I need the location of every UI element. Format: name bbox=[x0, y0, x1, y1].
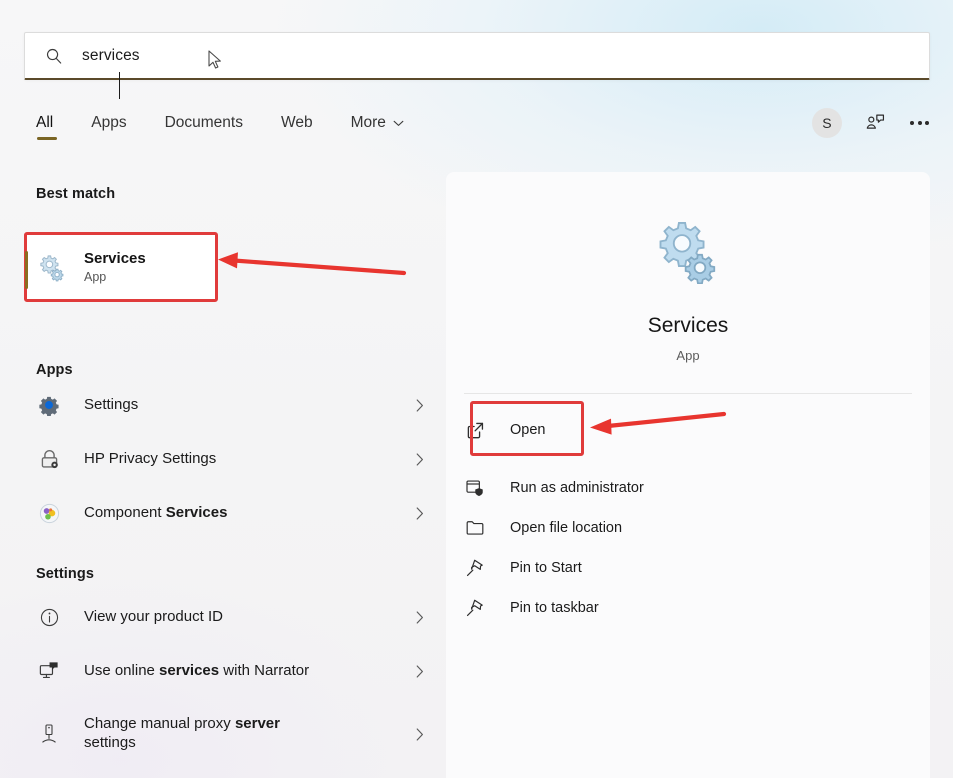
open-external-icon bbox=[466, 421, 485, 440]
result-item-label: Use online services with Narrator bbox=[84, 662, 309, 681]
result-label-match: services bbox=[159, 662, 219, 679]
tab-apps-label: Apps bbox=[91, 114, 126, 131]
narrator-monitor-icon bbox=[38, 660, 60, 682]
tab-documents-label: Documents bbox=[165, 114, 243, 131]
chevron-down-icon bbox=[393, 120, 404, 127]
app-hero: Services App bbox=[446, 172, 930, 363]
feedback-icon[interactable] bbox=[864, 112, 886, 134]
arrow-to-open bbox=[586, 408, 726, 442]
privacy-lock-icon bbox=[38, 448, 61, 471]
header-actions[interactable]: S bbox=[812, 108, 931, 138]
best-match-result-services[interactable]: Services App bbox=[24, 232, 218, 302]
result-item-label: Settings bbox=[84, 396, 138, 415]
chevron-right-icon bbox=[416, 399, 424, 412]
action-pin-to-start[interactable]: Pin to Start bbox=[464, 548, 930, 588]
result-item-hp-privacy-settings[interactable]: HP Privacy Settings bbox=[0, 432, 446, 486]
app-detail-panel: Services App Open bbox=[446, 172, 930, 778]
chevron-right-icon bbox=[416, 453, 424, 466]
action-label: Run as administrator bbox=[510, 480, 644, 496]
result-label-match: Services bbox=[166, 504, 228, 521]
text-caret bbox=[119, 72, 120, 99]
avatar-initial: S bbox=[822, 115, 832, 131]
result-label-pre: Use online bbox=[84, 662, 159, 679]
app-subtitle: App bbox=[446, 348, 930, 363]
result-item-label: HP Privacy Settings bbox=[84, 450, 216, 469]
tab-all-label: All bbox=[36, 114, 53, 131]
result-item-settings[interactable]: Settings bbox=[0, 378, 446, 432]
proxy-server-icon bbox=[39, 723, 59, 745]
result-item-label: View your product ID bbox=[84, 608, 223, 627]
result-item-online-services-narrator[interactable]: Use online services with Narrator bbox=[0, 644, 446, 698]
search-box[interactable]: services bbox=[24, 32, 930, 80]
action-label: Pin to Start bbox=[510, 560, 582, 576]
result-label-pre: Change manual proxy bbox=[84, 715, 235, 732]
search-filter-tabs[interactable]: All Apps Documents Web More bbox=[36, 110, 442, 142]
tab-web-label: Web bbox=[281, 114, 313, 131]
folder-icon bbox=[465, 518, 485, 538]
best-match-subtitle: App bbox=[84, 270, 146, 284]
action-open-label: Open bbox=[510, 422, 545, 438]
chevron-right-icon bbox=[416, 728, 424, 741]
mouse-cursor bbox=[208, 50, 222, 70]
chevron-right-icon bbox=[416, 507, 424, 520]
best-match-title: Services bbox=[84, 250, 146, 267]
tab-web[interactable]: Web bbox=[281, 110, 313, 142]
avatar[interactable]: S bbox=[812, 108, 842, 138]
search-input-value[interactable]: services bbox=[82, 47, 140, 65]
result-item-label: Change manual proxy server settings bbox=[84, 715, 334, 753]
windows-search-overlay: services All Apps Documents Web More S bbox=[0, 0, 953, 778]
chevron-right-icon bbox=[416, 665, 424, 678]
section-header-settings: Settings bbox=[0, 566, 446, 582]
result-label-post: with Narrator bbox=[219, 662, 309, 679]
section-header-apps: Apps bbox=[0, 362, 446, 378]
tab-all[interactable]: All bbox=[36, 110, 53, 142]
result-item-component-services[interactable]: Component Services bbox=[0, 486, 446, 540]
shield-admin-icon bbox=[465, 478, 485, 498]
pin-icon bbox=[465, 558, 485, 578]
services-gears-icon bbox=[36, 252, 66, 282]
tab-documents[interactable]: Documents bbox=[165, 110, 243, 142]
result-item-proxy-server-settings[interactable]: Change manual proxy server settings bbox=[0, 698, 446, 770]
chevron-right-icon bbox=[416, 611, 424, 624]
settings-gear-icon bbox=[38, 394, 60, 416]
action-label: Open file location bbox=[510, 520, 622, 536]
section-header-best-match: Best match bbox=[0, 186, 446, 202]
result-label-pre: Component bbox=[84, 504, 166, 521]
search-icon bbox=[45, 47, 63, 65]
app-title: Services bbox=[446, 314, 930, 338]
ellipsis-icon[interactable] bbox=[908, 115, 931, 131]
component-services-icon bbox=[38, 502, 61, 525]
tab-apps[interactable]: Apps bbox=[91, 110, 126, 142]
tab-more-label: More bbox=[351, 114, 386, 132]
tab-more[interactable]: More bbox=[351, 110, 404, 142]
result-label-match: server bbox=[235, 715, 280, 732]
pin-icon bbox=[465, 598, 485, 618]
info-circle-icon bbox=[39, 607, 60, 628]
action-pin-to-taskbar[interactable]: Pin to taskbar bbox=[464, 588, 930, 628]
result-item-view-product-id[interactable]: View your product ID bbox=[0, 590, 446, 644]
panel-divider bbox=[464, 393, 912, 394]
result-item-label: Component Services bbox=[84, 504, 227, 523]
action-open-file-location[interactable]: Open file location bbox=[464, 508, 930, 548]
arrow-to-best-match bbox=[216, 248, 406, 284]
action-label: Pin to taskbar bbox=[510, 600, 599, 616]
result-label-post: settings bbox=[84, 734, 136, 751]
app-actions-list: Open Run as administrator bbox=[446, 410, 930, 628]
services-gears-icon bbox=[655, 218, 721, 284]
action-run-as-administrator[interactable]: Run as administrator bbox=[464, 468, 930, 508]
